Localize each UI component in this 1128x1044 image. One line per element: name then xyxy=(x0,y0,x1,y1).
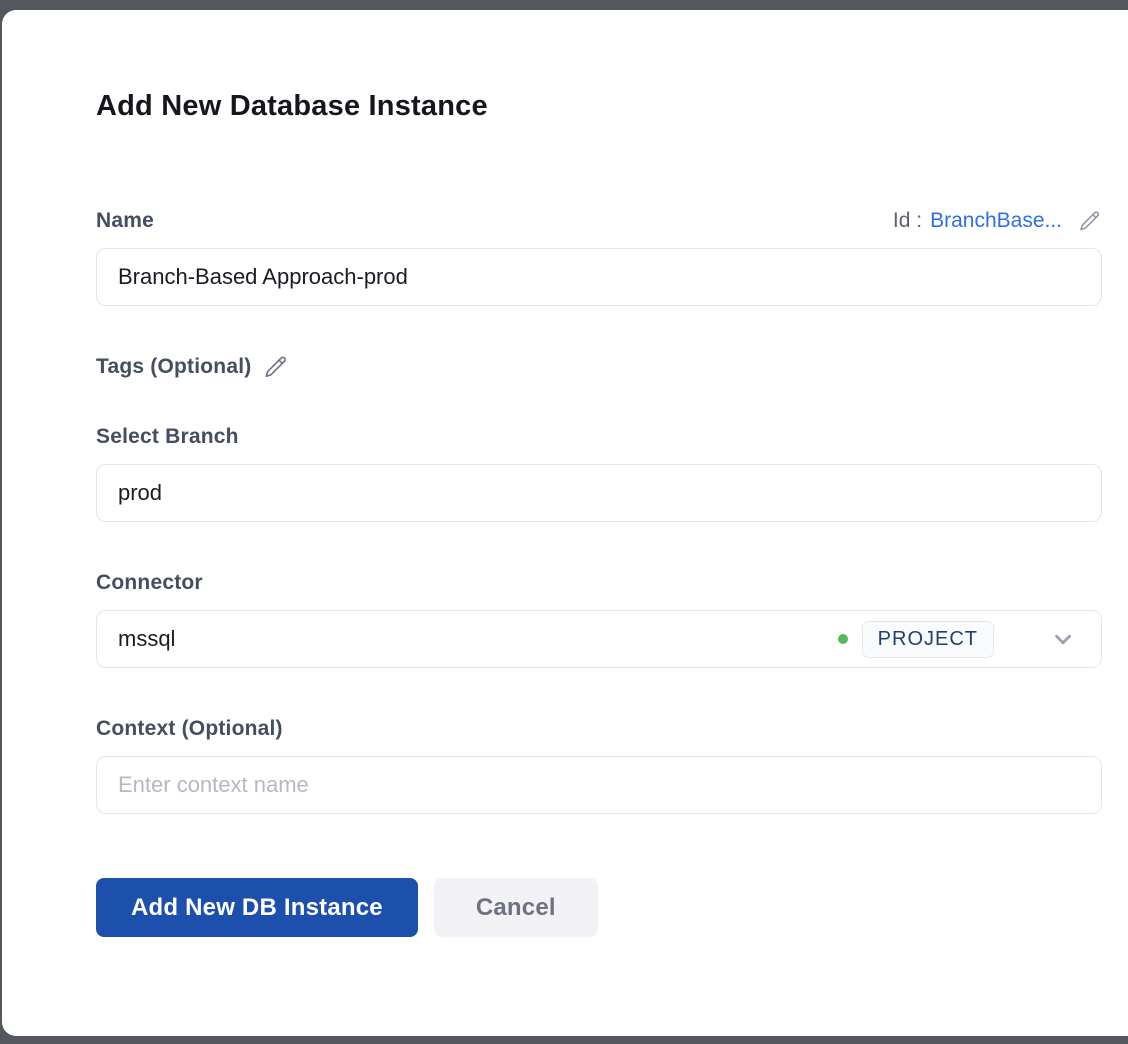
connector-value: mssql xyxy=(118,626,838,652)
edit-id-pencil-icon[interactable] xyxy=(1078,209,1102,233)
edit-tags-pencil-icon[interactable] xyxy=(263,354,289,380)
branch-input[interactable] xyxy=(96,464,1102,522)
connector-select[interactable]: mssql PROJECT xyxy=(96,610,1102,668)
dialog-title: Add New Database Instance xyxy=(96,10,1128,124)
connector-field-block: Connector mssql PROJECT xyxy=(96,570,1102,668)
chevron-down-icon[interactable] xyxy=(1050,626,1076,652)
connector-label: Connector xyxy=(96,571,203,594)
branch-field-block: Select Branch xyxy=(96,424,1102,522)
context-field-block: Context (Optional) xyxy=(96,716,1102,814)
context-input[interactable] xyxy=(96,756,1102,814)
instance-id-link[interactable]: BranchBase... xyxy=(930,209,1062,233)
instance-id-group: Id : BranchBase... xyxy=(893,209,1102,233)
add-db-instance-dialog: Add New Database Instance Name Id : Bran… xyxy=(2,10,1128,1036)
id-label: Id : xyxy=(893,209,922,233)
add-db-instance-button[interactable]: Add New DB Instance xyxy=(96,878,418,937)
tags-row: Tags (Optional) xyxy=(96,354,1128,380)
green-status-dot-icon xyxy=(838,634,848,644)
context-label: Context (Optional) xyxy=(96,717,283,740)
branch-label: Select Branch xyxy=(96,425,239,448)
name-field-block: Name Id : BranchBase... xyxy=(96,208,1102,306)
scope-badge: PROJECT xyxy=(862,621,994,658)
tags-label: Tags (Optional) xyxy=(96,354,251,380)
name-label: Name xyxy=(96,208,154,234)
action-buttons: Add New DB Instance Cancel xyxy=(96,878,1128,937)
name-input[interactable] xyxy=(96,248,1102,306)
cancel-button[interactable]: Cancel xyxy=(434,878,598,937)
